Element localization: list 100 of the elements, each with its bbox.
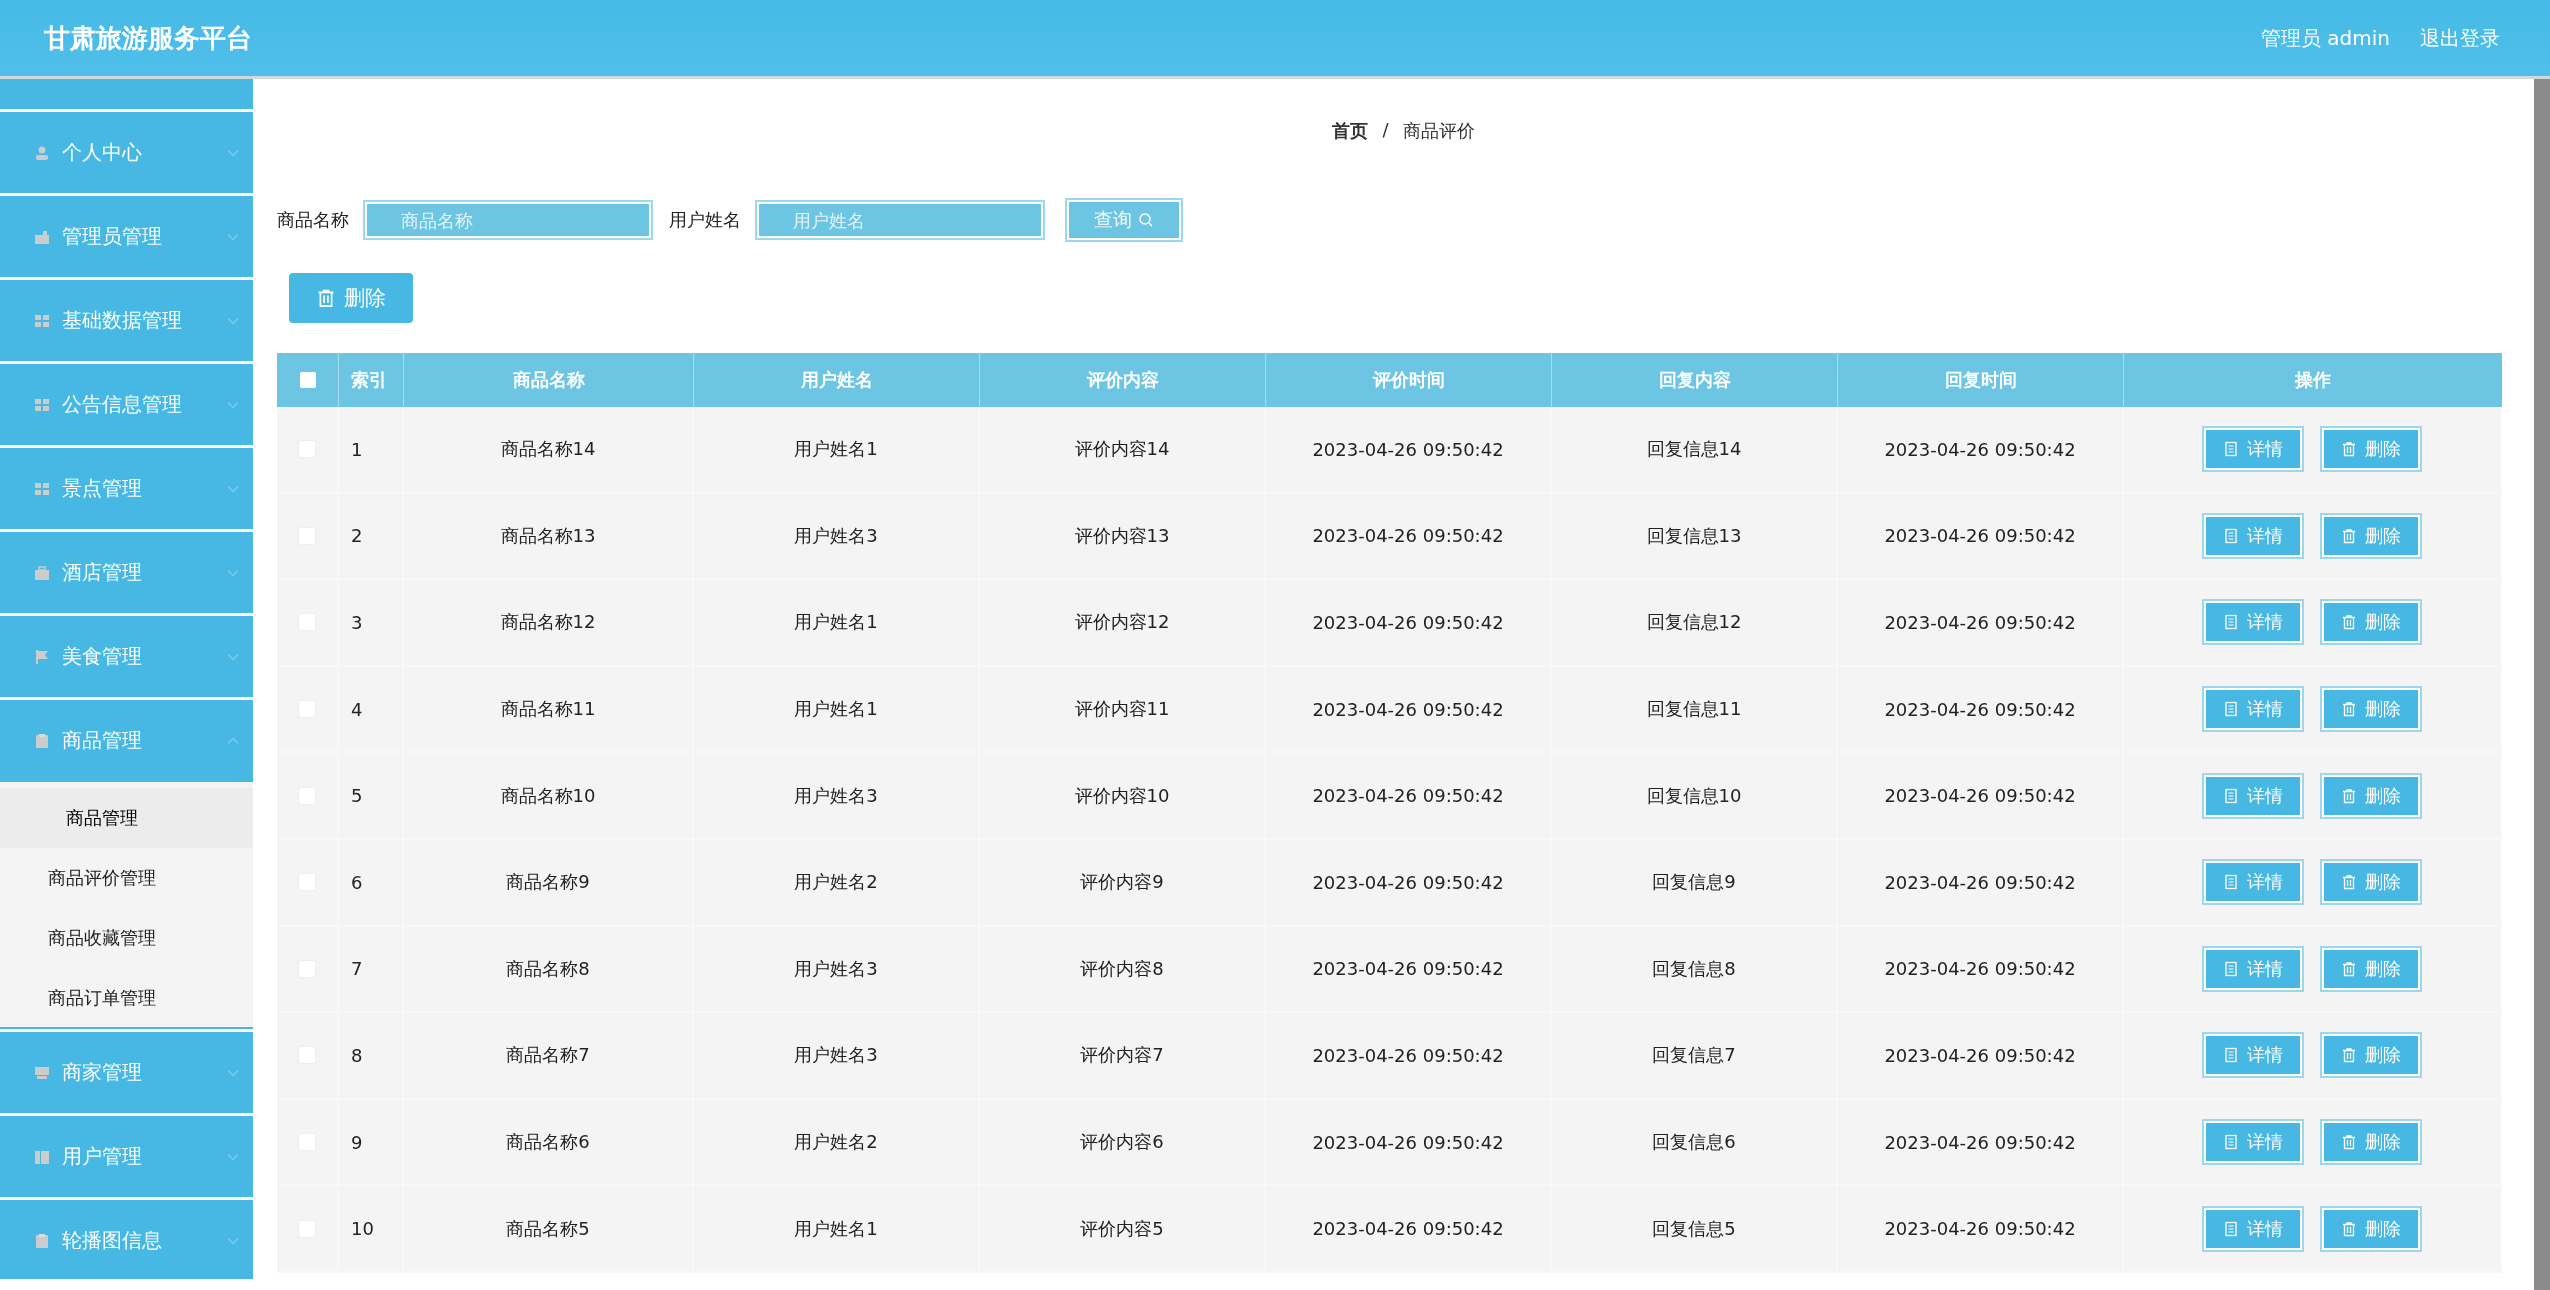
table-cell: 评价内容13 <box>1074 523 1170 548</box>
select-all-checkbox[interactable] <box>299 372 316 388</box>
table-cell: 评价内容12 <box>1074 610 1170 635</box>
details-button[interactable]: 详情 <box>2202 426 2304 473</box>
table-cell: 2023-04-26 09:50:42 <box>1312 1131 1504 1153</box>
breadcrumb-separator: / <box>1382 119 1389 142</box>
clipboard-icon <box>34 1232 50 1249</box>
app-title: 甘肃旅游服务平台 <box>44 21 252 55</box>
clipboard-icon <box>34 732 50 749</box>
search-button[interactable]: 查询 <box>1065 198 1183 242</box>
document-icon <box>2223 1220 2239 1237</box>
field-label: 用户姓名 <box>669 208 741 232</box>
details-button[interactable]: 详情 <box>2202 1205 2304 1252</box>
breadcrumb-item[interactable]: 首页 <box>1332 119 1369 143</box>
table-cell: 1 <box>351 438 363 460</box>
trash-icon <box>2341 787 2357 804</box>
document-icon <box>2223 1047 2239 1064</box>
table-cell: 2 <box>351 525 363 547</box>
grid-icon <box>34 396 50 413</box>
delete-button[interactable]: 删除 <box>2320 772 2422 819</box>
table-cell: 回复信息13 <box>1646 523 1742 548</box>
table-cell: 评价内容8 <box>1080 956 1164 981</box>
submenu-item[interactable]: 商品管理 <box>0 788 253 848</box>
delete-button[interactable]: 删除 <box>2320 426 2422 473</box>
document-icon <box>2223 701 2239 718</box>
delete-button[interactable]: 删除 <box>2320 686 2422 733</box>
table-cell: 商品名称13 <box>500 523 596 548</box>
briefcase-icon <box>34 228 50 245</box>
table-cell: 评价内容5 <box>1080 1216 1164 1241</box>
details-button[interactable]: 详情 <box>2202 1032 2304 1079</box>
table-cell: 回复信息12 <box>1646 610 1742 635</box>
person-icon <box>34 144 50 161</box>
table-cell: 回复信息7 <box>1652 1043 1736 1068</box>
delete-button[interactable]: 删除 <box>2320 1032 2422 1079</box>
table-cell: 评价内容9 <box>1080 870 1164 895</box>
trash-icon <box>2341 614 2357 631</box>
trash-icon <box>2341 441 2357 458</box>
table-cell: 2023-04-26 09:50:42 <box>1312 438 1504 460</box>
submenu-item[interactable]: 商品评价管理 <box>0 848 253 908</box>
details-button[interactable]: 详情 <box>2202 512 2304 559</box>
table-cell: 2023-04-26 09:50:42 <box>1884 438 2076 460</box>
table-cell: 2023-04-26 09:50:42 <box>1884 1218 2076 1240</box>
table-cell: 6 <box>351 871 363 893</box>
table-cell: 2023-04-26 09:50:42 <box>1884 612 2076 633</box>
delete-button[interactable]: 删除 <box>2320 512 2422 559</box>
table-cell: 2023-04-26 09:50:42 <box>1884 525 2076 547</box>
table-cell: 2023-04-26 09:50:42 <box>1884 871 2076 893</box>
case-icon <box>34 564 50 581</box>
search-field[interactable]: 商品名称 <box>363 200 653 240</box>
table-cell: 商品名称7 <box>506 1043 590 1068</box>
table-cell: 8 <box>351 1044 363 1066</box>
box-icon <box>34 1064 50 1081</box>
table-cell: 回复信息6 <box>1652 1130 1736 1155</box>
document-icon <box>2223 874 2239 891</box>
table-cell: 2023-04-26 09:50:42 <box>1884 698 2076 720</box>
delete-button[interactable]: 删除 <box>2320 859 2422 906</box>
delete-button[interactable]: 删除 <box>2320 945 2422 992</box>
delete-button[interactable]: 删除 <box>289 273 413 323</box>
column-header: 操作 <box>2294 368 2332 392</box>
table-cell: 回复信息9 <box>1652 870 1736 895</box>
table-cell: 回复信息10 <box>1646 783 1742 808</box>
scrollbar[interactable] <box>2534 79 2550 1290</box>
logout-link[interactable]: 退出登录 <box>2420 24 2500 52</box>
table-cell: 2023-04-26 09:50:42 <box>1884 785 2076 807</box>
trash-icon <box>316 288 336 308</box>
details-button[interactable]: 详情 <box>2202 859 2304 906</box>
delete-button[interactable]: 删除 <box>2320 1119 2422 1166</box>
trash-icon <box>2341 874 2357 891</box>
document-icon <box>2223 614 2239 631</box>
details-button[interactable]: 详情 <box>2202 686 2304 733</box>
grid-icon <box>34 480 50 497</box>
table-cell: 2023-04-26 09:50:42 <box>1312 698 1504 720</box>
document-icon <box>2223 960 2239 977</box>
table-cell: 4 <box>351 698 363 720</box>
table-cell: 2023-04-26 09:50:42 <box>1884 1131 2076 1153</box>
trash-icon <box>2341 1220 2357 1237</box>
details-button[interactable]: 详情 <box>2202 599 2304 646</box>
table-cell: 用户姓名3 <box>794 523 878 548</box>
table-cell: 商品名称5 <box>506 1216 590 1241</box>
submenu-item[interactable]: 商品收藏管理 <box>0 908 253 968</box>
table-cell: 商品名称12 <box>500 610 596 635</box>
table-cell: 回复信息14 <box>1646 437 1742 462</box>
table-cell: 3 <box>351 612 363 633</box>
trash-icon <box>2341 701 2357 718</box>
flag-icon <box>34 648 50 665</box>
table-cell: 评价内容7 <box>1080 1043 1164 1068</box>
delete-button[interactable]: 删除 <box>2320 1205 2422 1252</box>
details-button[interactable]: 详情 <box>2202 772 2304 819</box>
table-cell: 2023-04-26 09:50:42 <box>1312 958 1504 980</box>
table-cell: 用户姓名1 <box>794 610 878 635</box>
search-field[interactable]: 用户姓名 <box>755 200 1045 240</box>
table-cell: 评价内容14 <box>1074 437 1170 462</box>
details-button[interactable]: 详情 <box>2202 945 2304 992</box>
delete-button[interactable]: 删除 <box>2320 599 2422 646</box>
submenu-item[interactable]: 商品订单管理 <box>0 968 253 1028</box>
table-cell: 评价内容6 <box>1080 1130 1164 1155</box>
table-cell: 用户姓名2 <box>794 1130 878 1155</box>
details-button[interactable]: 详情 <box>2202 1119 2304 1166</box>
trash-icon <box>2341 960 2357 977</box>
table-cell: 2023-04-26 09:50:42 <box>1884 1044 2076 1066</box>
